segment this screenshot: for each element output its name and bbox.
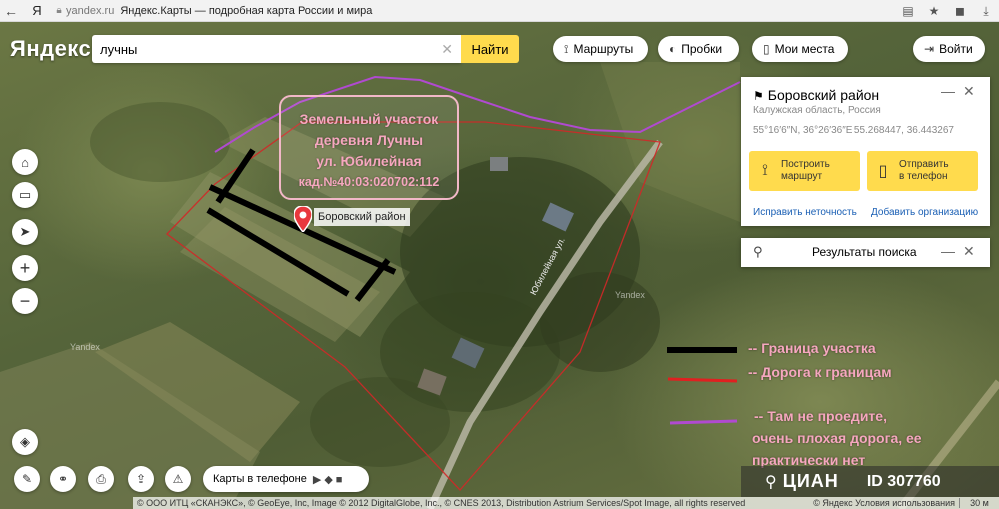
yandex-browser-icon[interactable]: Я — [22, 3, 52, 18]
routes-label: Маршруты — [573, 42, 634, 56]
share-icon[interactable]: ⇪ — [128, 466, 154, 492]
map-watermark: Yandex — [615, 290, 645, 300]
coords-decimal[interactable]: 55.268447, 36.443267 — [854, 125, 954, 136]
maps-in-phone-label: Карты в телефоне — [213, 473, 307, 485]
clear-icon[interactable]: ✕ — [441, 41, 453, 58]
traffic-button[interactable]: ◐ Пробки — [658, 36, 739, 62]
send-to-phone-label-line2: в телефон — [899, 171, 948, 182]
extension-icon[interactable]: ◼ — [947, 4, 973, 18]
close-icon[interactable]: ✕ — [963, 83, 975, 100]
login-label: Войти — [939, 42, 973, 56]
search-results-title: Результаты поиска — [812, 245, 917, 259]
browser-actions: ▤ ★ ◼ ⤓ — [895, 0, 999, 22]
ruler-icon[interactable]: ✎ — [14, 466, 40, 492]
yandex-logo[interactable]: Яндекс — [10, 36, 91, 62]
login-icon: ⇥ — [924, 42, 935, 56]
terms-link[interactable]: © Яндекс Условия использования — [813, 498, 959, 508]
route-icon: ⟟ — [564, 41, 569, 56]
copyright-text: © ООО ИТЦ «СКАНЭКС», © GeoEye, Inc, Imag… — [137, 498, 746, 508]
annotation-line: Земельный участок — [299, 111, 439, 127]
map-watermark: Yandex — [70, 342, 100, 352]
reader-icon[interactable]: ▤ — [895, 4, 921, 18]
legend-bad-road-line2: очень плохая дорога, ее — [752, 430, 922, 446]
add-organization-link[interactable]: Добавить организацию — [871, 207, 978, 218]
annotation-line: ул. Юбилейная — [316, 153, 422, 169]
cadastral-number: кад.№40:03:020702:112 — [298, 175, 440, 189]
search-results-card[interactable]: ⚲ Результаты поиска — ✕ — [741, 238, 990, 267]
print-icon[interactable]: ⎙ — [88, 466, 114, 492]
plot-annotation-box: Земельный участок деревня Лучны ул. Юбил… — [279, 95, 459, 200]
search-input-value: лучны — [100, 41, 138, 57]
my-places-label: Мои места — [774, 42, 835, 56]
annotation-line: деревня Лучны — [314, 132, 424, 148]
minimize-icon[interactable]: — — [941, 83, 955, 99]
place-title-text: Боровский район — [767, 87, 880, 103]
bookmark-icon: ▯ — [763, 42, 770, 56]
cian-name: ЦИАН — [782, 471, 839, 491]
routes-button[interactable]: ⟟ Маршруты — [553, 36, 648, 62]
send-to-phone-button[interactable]: ▯ Отправить в телефон — [867, 151, 978, 191]
scale-bar: 30 м — [959, 498, 999, 508]
pin-icon: ⚲ — [753, 244, 763, 259]
build-route-label: Построить маршрут — [781, 159, 830, 183]
back-arrow-icon[interactable]: ← — [0, 3, 22, 19]
fix-inaccuracy-link[interactable]: Исправить неточность — [753, 207, 857, 218]
layers-icon[interactable]: ◈ — [12, 429, 38, 455]
place-card: ⚑ Боровский район — ✕ Калужская область, … — [741, 77, 990, 226]
download-icon[interactable]: ⤓ — [973, 4, 999, 19]
place-title: ⚑ Боровский район — [753, 87, 879, 103]
warning-icon[interactable]: ⚠ — [165, 466, 191, 492]
legend-bad-road-line1: -- Там не проедите, — [754, 408, 887, 424]
build-route-button[interactable]: ⟟ Построить маршрут — [749, 151, 860, 191]
copyright-bar: © ООО ИТЦ «СКАНЭКС», © GeoEye, Inc, Imag… — [133, 497, 999, 509]
traffic-label: Пробки — [681, 42, 723, 56]
build-route-label-line1: Построить — [781, 159, 830, 170]
locate-arrow-icon[interactable]: ➤ — [12, 219, 38, 245]
maps-in-phone-button[interactable]: Карты в телефоне ▶◆■ — [203, 466, 369, 492]
marker-label[interactable]: Боровский район — [314, 208, 410, 226]
app-store-icons: ▶◆■ — [312, 473, 346, 486]
place-subtitle: Калужская область, Россия — [753, 105, 881, 116]
login-button[interactable]: ⇥ Войти — [913, 36, 985, 62]
lock-icon[interactable]: 🔒︎ — [52, 5, 66, 16]
build-route-label-line2: маршрут — [781, 171, 823, 182]
legend-road: -- Дорога к границам — [748, 364, 892, 380]
zoom-in-icon[interactable]: + — [12, 255, 38, 281]
bookmark-star-icon[interactable]: ★ — [921, 4, 947, 18]
home-icon[interactable]: ⌂ — [12, 149, 38, 175]
minimize-icon[interactable]: — — [941, 243, 955, 259]
zoom-out-icon[interactable]: − — [12, 288, 38, 314]
search-button[interactable]: Найти — [461, 35, 519, 63]
traffic-light-icon: ◐ — [669, 42, 677, 56]
my-places-button[interactable]: ▯ Мои места — [752, 36, 848, 62]
phone-icon: ▯ — [878, 163, 888, 180]
browser-toolbar: ← Я 🔒︎ yandex.ru Яндекс.Карты — подробна… — [0, 0, 999, 22]
address-domain[interactable]: yandex.ru — [66, 5, 114, 17]
legend-boundary: -- Граница участка — [748, 340, 876, 356]
send-to-phone-label: Отправить в телефон — [899, 159, 949, 183]
route-icon: ⟟ — [762, 162, 768, 179]
close-icon[interactable]: ✕ — [963, 243, 975, 260]
flag-icon: ⚑ — [753, 89, 764, 103]
listing-id: ID 307760 — [866, 472, 941, 490]
cian-watermark: ⚲ ЦИАН ID 307760 — [741, 466, 999, 497]
send-to-phone-label-line1: Отправить — [899, 159, 949, 170]
coords-dms[interactable]: 55°16′6″N, 36°26′36″E — [753, 125, 852, 136]
search-input[interactable]: лучны ✕ — [92, 35, 461, 63]
briefcase-icon[interactable]: ▭ — [12, 182, 38, 208]
location-mark-icon: ⚲ — [765, 473, 777, 491]
map-pin-icon[interactable] — [294, 206, 312, 232]
page-title[interactable]: Яндекс.Карты — подробная карта России и … — [120, 5, 372, 17]
map-view[interactable]: Яндекс лучны ✕ Найти ⟟ Маршруты ◐ Пробки… — [0, 22, 999, 509]
panorama-binoculars-icon[interactable]: ⚭ — [50, 466, 76, 492]
